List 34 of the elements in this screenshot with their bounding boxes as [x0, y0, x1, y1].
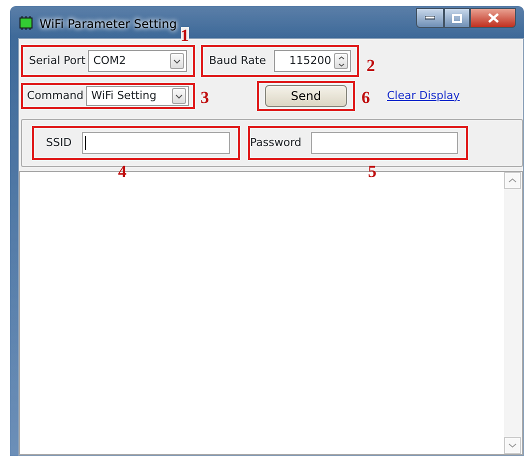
maximize-button[interactable]: [444, 8, 470, 28]
window-title: WiFi Parameter Setting: [40, 16, 177, 33]
serial-port-label: Serial Port: [29, 52, 86, 69]
baud-rate-spinner[interactable]: 115200: [274, 50, 351, 72]
maximize-icon: [452, 14, 462, 22]
scroll-down-icon: [508, 443, 517, 448]
scrollbar[interactable]: [504, 172, 522, 454]
callout-number: 4: [118, 163, 126, 180]
callout-number: 6: [362, 89, 370, 106]
serial-port-dropdown[interactable]: COM2: [88, 50, 187, 72]
close-button[interactable]: [470, 8, 516, 28]
minimize-icon: [425, 16, 435, 20]
app-icon: [18, 14, 34, 31]
baud-rate-label: Baud Rate: [209, 52, 266, 69]
chevron-icon: [173, 58, 181, 64]
send-button[interactable]: Send: [265, 85, 347, 107]
text-cursor: [85, 136, 86, 150]
callout-number: 3: [200, 89, 209, 106]
spin-up-icon: [338, 56, 344, 60]
scroll-up-icon: [508, 178, 517, 183]
ssid-label: SSID: [46, 134, 72, 151]
minimize-button[interactable]: [416, 8, 444, 28]
chevron-icon: [175, 94, 183, 98]
callout-number: 2: [366, 57, 375, 74]
spin-down-icon: [338, 62, 344, 66]
close-icon: [488, 13, 498, 23]
command-dropdown[interactable]: WiFi Setting: [86, 86, 189, 106]
callout-number: 5: [368, 163, 376, 180]
ssid-field[interactable]: [82, 132, 230, 154]
password-label: Password: [250, 134, 302, 151]
callout-number: 1: [180, 27, 189, 44]
command-label: Command: [27, 88, 84, 104]
password-field[interactable]: [311, 132, 458, 154]
clear-display-link[interactable]: Clear Display: [387, 88, 460, 104]
